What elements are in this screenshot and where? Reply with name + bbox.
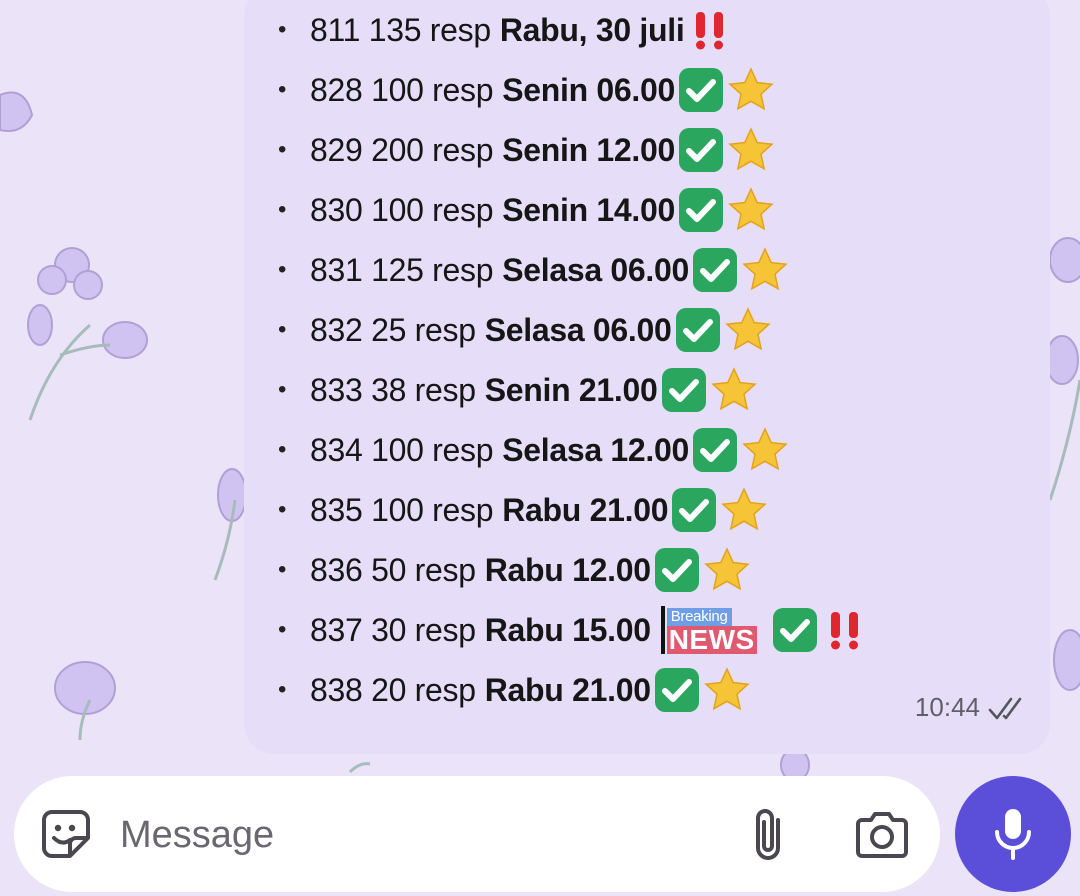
list-item: • 835 100 resp Rabu 21.00 bbox=[278, 480, 768, 540]
star-icon bbox=[741, 246, 789, 294]
star-icon bbox=[727, 66, 775, 114]
double-exclamation-icon bbox=[821, 606, 869, 654]
star-icon bbox=[720, 486, 768, 534]
item-text: 835 100 resp bbox=[310, 491, 494, 528]
check-mark-button-icon bbox=[691, 246, 739, 294]
check-mark-button-icon bbox=[771, 606, 819, 654]
message-time: 10:44 bbox=[914, 692, 980, 722]
item-schedule: Rabu 21.00 bbox=[502, 491, 669, 528]
star-icon bbox=[724, 306, 772, 354]
double-check-read-icon bbox=[988, 697, 1022, 720]
item-schedule: Rabu 15.00 bbox=[484, 611, 651, 648]
list-item: • 832 25 resp Selasa 06.00 bbox=[278, 300, 772, 360]
item-schedule: Senin 12.00 bbox=[502, 131, 676, 168]
bullet: • bbox=[278, 616, 287, 643]
camera-icon[interactable] bbox=[852, 806, 912, 864]
microphone-button[interactable] bbox=[955, 776, 1071, 892]
star-icon bbox=[710, 366, 758, 414]
item-text: 831 125 resp bbox=[310, 251, 494, 288]
item-text: 832 25 resp bbox=[310, 311, 476, 348]
item-schedule: Senin 06.00 bbox=[502, 71, 676, 108]
list-item: • 836 50 resp Rabu 12.00 bbox=[278, 540, 751, 600]
item-schedule: Selasa 06.00 bbox=[502, 251, 690, 288]
message-composer bbox=[14, 776, 940, 892]
item-schedule: Selasa 12.00 bbox=[502, 431, 690, 468]
check-mark-button-icon bbox=[677, 186, 725, 234]
bullet: • bbox=[278, 76, 287, 103]
bullet: • bbox=[278, 676, 287, 703]
item-text: 834 100 resp bbox=[310, 431, 494, 468]
list-item: • 833 38 resp Senin 21.00 bbox=[278, 360, 758, 420]
sticker-cursor-bar bbox=[660, 606, 665, 654]
bullet: • bbox=[278, 376, 287, 403]
bullet: • bbox=[278, 196, 287, 223]
breaking-news-sticker: Breaking NEWS bbox=[660, 606, 769, 655]
check-mark-button-icon bbox=[677, 126, 725, 174]
bullet: • bbox=[278, 436, 287, 463]
item-text: 828 100 resp bbox=[310, 71, 494, 108]
bullet: • bbox=[278, 496, 287, 523]
bullet: • bbox=[278, 136, 287, 163]
list-item: • 838 20 resp Rabu 21.00 bbox=[278, 660, 751, 720]
item-schedule: Senin 14.00 bbox=[502, 191, 676, 228]
check-mark-button-icon bbox=[653, 546, 701, 594]
check-mark-button-icon bbox=[653, 666, 701, 714]
item-schedule: Rabu 21.00 bbox=[484, 671, 651, 708]
check-mark-button-icon bbox=[677, 66, 725, 114]
item-schedule: Senin 21.00 bbox=[484, 371, 658, 408]
list-item: • 828 100 resp Senin 06.00 bbox=[278, 60, 775, 120]
check-mark-button-icon bbox=[674, 306, 722, 354]
bullet: • bbox=[278, 316, 287, 343]
list-item: • 834 100 resp Selasa 12.00 bbox=[278, 420, 789, 480]
sticker-smile-icon[interactable] bbox=[38, 806, 94, 862]
paperclip-icon[interactable] bbox=[744, 806, 792, 864]
double-exclamation-icon bbox=[686, 6, 734, 54]
star-icon bbox=[703, 666, 751, 714]
item-text: 838 20 resp bbox=[310, 671, 476, 708]
item-text: 811 135 resp bbox=[310, 11, 491, 48]
item-schedule: Rabu 12.00 bbox=[484, 551, 651, 588]
item-text: 837 30 resp bbox=[310, 611, 476, 648]
check-mark-button-icon bbox=[670, 486, 718, 534]
item-schedule: Rabu, 30 juli bbox=[499, 11, 685, 48]
star-icon bbox=[703, 546, 751, 594]
message-bubble[interactable]: • 811 135 resp Rabu, 30 juli • 828 100 r… bbox=[244, 0, 1050, 754]
list-item: • 830 100 resp Senin 14.00 bbox=[278, 180, 775, 240]
item-text: 830 100 resp bbox=[310, 191, 494, 228]
item-schedule: Selasa 06.00 bbox=[484, 311, 672, 348]
list-item: • 829 200 resp Senin 12.00 bbox=[278, 120, 775, 180]
star-icon bbox=[741, 426, 789, 474]
list-item: • 831 125 resp Selasa 06.00 bbox=[278, 240, 789, 300]
list-item: • 837 30 resp Rabu 15.00 Breaking NEWS bbox=[278, 600, 869, 660]
list-item: • 811 135 resp Rabu, 30 juli bbox=[278, 0, 734, 60]
item-text: 829 200 resp bbox=[310, 131, 494, 168]
bullet: • bbox=[278, 256, 287, 283]
microphone-icon bbox=[995, 809, 1031, 860]
message-input[interactable] bbox=[118, 806, 682, 864]
item-text: 833 38 resp bbox=[310, 371, 476, 408]
bullet: • bbox=[278, 16, 287, 43]
bullet: • bbox=[278, 556, 287, 583]
check-mark-button-icon bbox=[691, 426, 739, 474]
star-icon bbox=[727, 126, 775, 174]
check-mark-button-icon bbox=[660, 366, 708, 414]
sticker-main-label: NEWS bbox=[666, 624, 757, 655]
item-text: 836 50 resp bbox=[310, 551, 476, 588]
star-icon bbox=[727, 186, 775, 234]
